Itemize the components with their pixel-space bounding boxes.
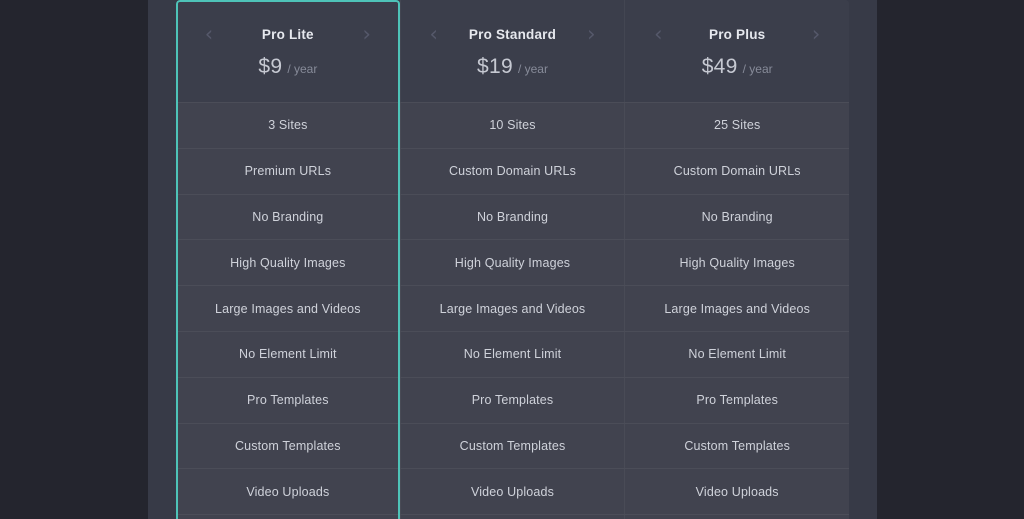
feature-cell: Premium URLs [176, 148, 401, 194]
pricing-table-header: ‹ Pro Lite › $9 / year ‹ Pro Standard › … [176, 0, 849, 102]
table-row: High Quality Images High Quality Images … [176, 239, 849, 286]
plan-header-pro-plus[interactable]: ‹ Pro Plus › $49 / year [625, 0, 849, 102]
plan-period: / year [517, 62, 548, 76]
plan-nav-row: ‹ Pro Lite › [176, 23, 400, 47]
feature-cell: No Element Limit [176, 331, 401, 377]
table-row: No Element Limit No Element Limit No Ele… [176, 330, 849, 377]
feature-cell: 25 Sites [713, 118, 761, 133]
feature-cell: Custom Templates [176, 423, 401, 469]
plan-price: $9 / year [258, 55, 317, 79]
plan-name: Pro Plus [708, 27, 766, 42]
chevron-right-icon[interactable]: › [580, 23, 602, 47]
feature-cell: High Quality Images [679, 255, 795, 270]
feature-cell: Custom Domain URLs [673, 164, 801, 179]
chevron-right-icon[interactable]: › [356, 23, 378, 47]
feature-cell: Video Uploads [401, 469, 626, 515]
feature-cell: Custom Domain URLs [401, 148, 626, 194]
chevron-left-icon[interactable]: ‹ [647, 23, 669, 47]
table-row: Custom Templates Custom Templates Custom… [176, 422, 849, 469]
feature-cell [176, 515, 401, 519]
feature-cell: Large Images and Videos [401, 286, 626, 331]
feature-cell: Video Uploads [176, 469, 401, 515]
table-row: Pro Templates Pro Templates Pro Template… [176, 376, 849, 423]
feature-cell: Pro Templates [401, 377, 626, 423]
pricing-table-body: 3 Sites 10 Sites 25 Sites Premium URLs C… [176, 102, 849, 519]
plan-header-pro-standard[interactable]: ‹ Pro Standard › $19 / year [401, 0, 626, 102]
feature-cell: Large Images and Videos [176, 286, 401, 331]
plan-nav-row: ‹ Pro Plus › [625, 23, 849, 47]
feature-cell: Pro Templates [696, 393, 778, 408]
feature-cell: Custom Templates [684, 438, 791, 453]
plan-price: $49 / year [702, 55, 773, 79]
feature-cell [625, 515, 849, 519]
plan-header-pro-lite[interactable]: ‹ Pro Lite › $9 / year [176, 0, 401, 102]
table-row: Premium URLs Custom Domain URLs Custom D… [176, 147, 849, 194]
feature-cell: No Element Limit [688, 347, 786, 362]
table-row: Large Images and Videos Large Images and… [176, 285, 849, 331]
feature-cell: 3 Sites [176, 103, 401, 148]
plan-name: Pro Lite [261, 27, 314, 42]
plan-amount: $9 [258, 55, 283, 78]
plan-period: / year [287, 62, 318, 76]
feature-cell: Video Uploads [695, 484, 779, 499]
table-row: Video Uploads Video Uploads Video Upload… [176, 468, 849, 515]
feature-cell: Custom Templates [401, 423, 626, 469]
feature-cell: High Quality Images [176, 240, 401, 286]
feature-cell: 10 Sites [401, 103, 626, 148]
feature-cell: No Branding [176, 194, 401, 240]
table-row: No Branding No Branding No Branding [176, 193, 849, 240]
feature-cell: No Element Limit [401, 331, 626, 377]
chevron-left-icon[interactable]: ‹ [423, 23, 445, 47]
feature-cell: Large Images and Videos [664, 301, 811, 316]
pricing-table: ‹ Pro Lite › $9 / year ‹ Pro Standard › … [176, 0, 849, 519]
table-row: 3 Sites 10 Sites 25 Sites [176, 102, 849, 148]
feature-cell: High Quality Images [401, 240, 626, 286]
plan-amount: $19 [477, 55, 513, 78]
feature-cell: No Branding [401, 194, 626, 240]
plan-nav-row: ‹ Pro Standard › [401, 23, 625, 47]
feature-cell: No Branding [701, 209, 773, 224]
feature-cell: Pro Templates [176, 377, 401, 423]
chevron-right-icon[interactable]: › [805, 23, 827, 47]
chevron-left-icon[interactable]: ‹ [198, 23, 220, 47]
plan-name: Pro Standard [468, 27, 557, 42]
plan-period: / year [742, 62, 773, 76]
plan-amount: $49 [701, 55, 738, 78]
feature-cell [401, 515, 626, 519]
plan-price: $19 / year [477, 55, 548, 79]
table-row-partial [176, 514, 849, 519]
